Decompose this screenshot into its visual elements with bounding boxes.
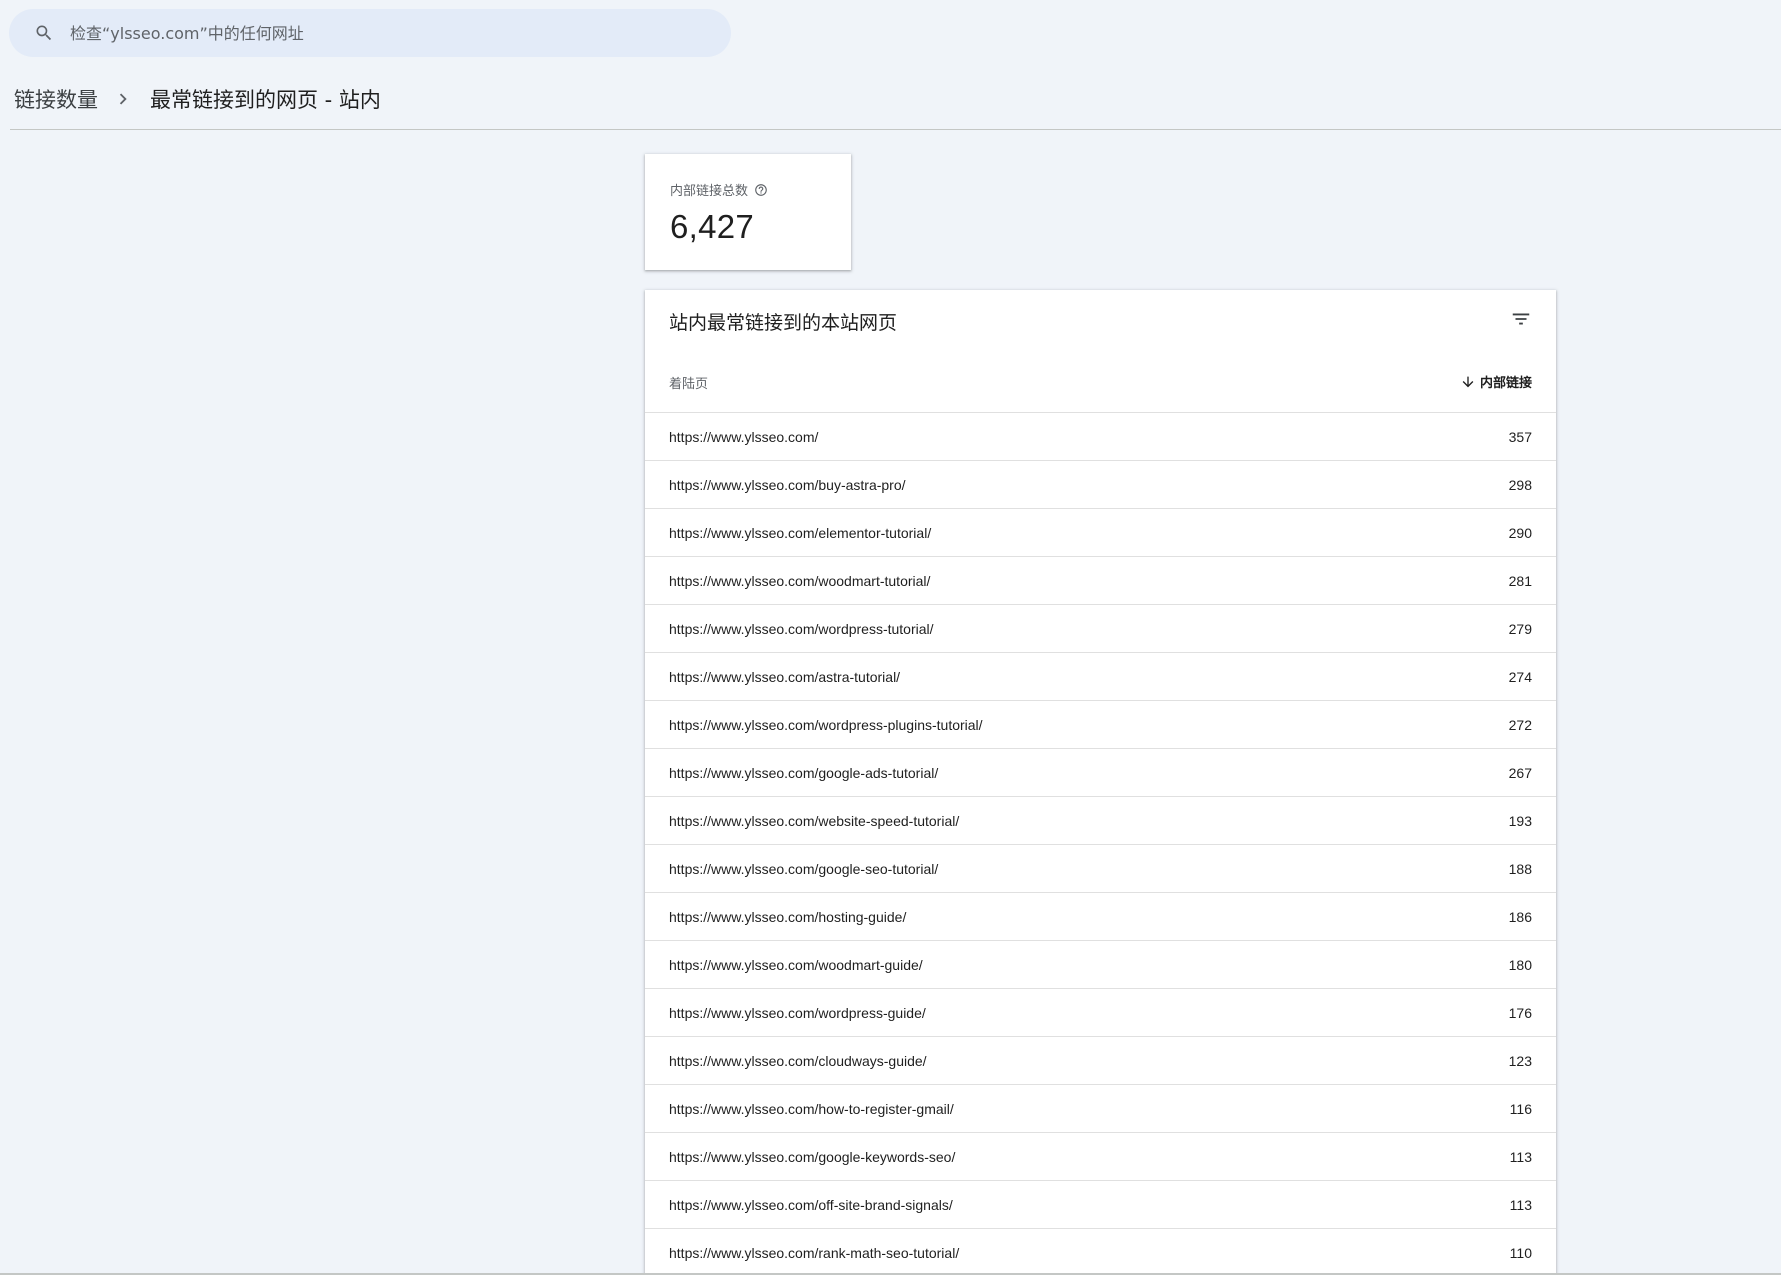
table-header: 站内最常链接到的本站网页 着陆页 内部链接 xyxy=(645,290,1556,412)
row-internal-links-count: 272 xyxy=(1508,716,1532,733)
card-label: 内部链接总数 xyxy=(670,184,749,199)
row-internal-links-count: 193 xyxy=(1508,812,1532,829)
chevron-right-icon xyxy=(108,84,138,114)
row-landing-page-url[interactable]: https://www.ylsseo.com/woodmart-tutorial… xyxy=(669,573,930,589)
table-body: https://www.ylsseo.com/357 https://www.yl… xyxy=(645,412,1556,1275)
row-internal-links-count: 281 xyxy=(1508,572,1532,589)
total-internal-links-card: 内部链接总数 6,427 xyxy=(645,154,851,270)
page-title: 最常链接到的网页 - 站内 xyxy=(150,88,381,112)
row-internal-links-count: 180 xyxy=(1508,956,1532,973)
table-row[interactable]: https://www.ylsseo.com/off-site-brand-si… xyxy=(645,1181,1556,1229)
table-row[interactable]: https://www.ylsseo.com/website-speed-tut… xyxy=(645,797,1556,845)
table-row[interactable]: https://www.ylsseo.com/google-keywords-s… xyxy=(645,1133,1556,1181)
table-row[interactable]: https://www.ylsseo.com/google-ads-tutori… xyxy=(645,749,1556,797)
table-row[interactable]: https://www.ylsseo.com/wordpress-guide/1… xyxy=(645,989,1556,1037)
row-landing-page-url[interactable]: https://www.ylsseo.com/how-to-register-g… xyxy=(669,1101,954,1117)
row-internal-links-count: 116 xyxy=(1509,1100,1532,1117)
table-row[interactable]: https://www.ylsseo.com/buy-astra-pro/298 xyxy=(645,461,1556,509)
table-row[interactable]: https://www.ylsseo.com/elementor-tutoria… xyxy=(645,509,1556,557)
row-internal-links-count: 274 xyxy=(1508,668,1532,685)
row-internal-links-count: 267 xyxy=(1508,764,1532,781)
column-header-internal-links[interactable]: 内部链接 xyxy=(1460,372,1532,391)
search-bar[interactable] xyxy=(9,9,731,57)
table-row[interactable]: https://www.ylsseo.com/cloudways-guide/1… xyxy=(645,1037,1556,1085)
row-landing-page-url[interactable]: https://www.ylsseo.com/cloudways-guide/ xyxy=(669,1053,927,1069)
card-label-row: 内部链接总数 xyxy=(670,180,851,199)
row-landing-page-url[interactable]: https://www.ylsseo.com/wordpress-plugins… xyxy=(669,717,983,733)
row-landing-page-url[interactable]: https://www.ylsseo.com/google-keywords-s… xyxy=(669,1149,955,1165)
filter-icon[interactable] xyxy=(1508,306,1534,332)
row-landing-page-url[interactable]: https://www.ylsseo.com/google-ads-tutori… xyxy=(669,765,938,781)
row-landing-page-url[interactable]: https://www.ylsseo.com/ xyxy=(669,429,818,445)
column-header-internal-links-label: 内部链接 xyxy=(1479,376,1532,391)
table-row[interactable]: https://www.ylsseo.com/woodmart-tutorial… xyxy=(645,557,1556,605)
table-row[interactable]: https://www.ylsseo.com/woodmart-guide/18… xyxy=(645,941,1556,989)
column-header-landing-page[interactable]: 着陆页 xyxy=(669,373,708,392)
row-landing-page-url[interactable]: https://www.ylsseo.com/google-seo-tutori… xyxy=(669,861,938,877)
breadcrumb: 链接数量 最常链接到的网页 - 站内 xyxy=(14,84,381,114)
table-row[interactable]: https://www.ylsseo.com/rank-math-seo-tut… xyxy=(645,1229,1556,1275)
row-landing-page-url[interactable]: https://www.ylsseo.com/elementor-tutoria… xyxy=(669,525,931,541)
row-internal-links-count: 188 xyxy=(1508,860,1532,877)
row-internal-links-count: 123 xyxy=(1508,1052,1532,1069)
row-landing-page-url[interactable]: https://www.ylsseo.com/off-site-brand-si… xyxy=(669,1197,953,1213)
row-landing-page-url[interactable]: https://www.ylsseo.com/website-speed-tut… xyxy=(669,813,959,829)
table-row[interactable]: https://www.ylsseo.com/wordpress-tutoria… xyxy=(645,605,1556,653)
search-input[interactable] xyxy=(70,18,670,48)
row-internal-links-count: 279 xyxy=(1508,620,1532,637)
table-row[interactable]: https://www.ylsseo.com/357 xyxy=(645,413,1556,461)
arrow-down-icon xyxy=(1460,374,1476,390)
table-row[interactable]: https://www.ylsseo.com/astra-tutorial/27… xyxy=(645,653,1556,701)
total-internal-links-value: 6,427 xyxy=(670,208,755,245)
row-landing-page-url[interactable]: https://www.ylsseo.com/hosting-guide/ xyxy=(669,909,906,925)
header-divider xyxy=(10,129,1781,130)
table-row[interactable]: https://www.ylsseo.com/google-seo-tutori… xyxy=(645,845,1556,893)
breadcrumb-parent-link[interactable]: 链接数量 xyxy=(14,84,98,114)
row-landing-page-url[interactable]: https://www.ylsseo.com/astra-tutorial/ xyxy=(669,669,900,685)
row-internal-links-count: 186 xyxy=(1508,908,1532,925)
row-internal-links-count: 110 xyxy=(1509,1244,1532,1261)
row-internal-links-count: 298 xyxy=(1508,476,1532,493)
row-landing-page-url[interactable]: https://www.ylsseo.com/woodmart-guide/ xyxy=(669,957,923,973)
table-row[interactable]: https://www.ylsseo.com/hosting-guide/186 xyxy=(645,893,1556,941)
row-internal-links-count: 113 xyxy=(1509,1148,1532,1165)
search-icon[interactable] xyxy=(31,20,57,46)
top-linked-pages-table: 站内最常链接到的本站网页 着陆页 内部链接 https://www.ylsseo… xyxy=(645,290,1556,1275)
row-landing-page-url[interactable]: https://www.ylsseo.com/rank-math-seo-tut… xyxy=(669,1245,959,1261)
row-internal-links-count: 290 xyxy=(1508,524,1532,541)
row-internal-links-count: 113 xyxy=(1509,1196,1532,1213)
page: 链接数量 最常链接到的网页 - 站内 内部链接总数 6,427 站内最常链接到的… xyxy=(0,0,1781,1275)
row-internal-links-count: 176 xyxy=(1508,1004,1532,1021)
help-circle-icon[interactable] xyxy=(754,183,768,197)
row-landing-page-url[interactable]: https://www.ylsseo.com/buy-astra-pro/ xyxy=(669,477,906,493)
table-title: 站内最常链接到的本站网页 xyxy=(669,312,898,334)
table-row[interactable]: https://www.ylsseo.com/how-to-register-g… xyxy=(645,1085,1556,1133)
row-internal-links-count: 357 xyxy=(1508,428,1532,445)
table-row[interactable]: https://www.ylsseo.com/wordpress-plugins… xyxy=(645,701,1556,749)
row-landing-page-url[interactable]: https://www.ylsseo.com/wordpress-tutoria… xyxy=(669,621,934,637)
row-landing-page-url[interactable]: https://www.ylsseo.com/wordpress-guide/ xyxy=(669,1005,926,1021)
